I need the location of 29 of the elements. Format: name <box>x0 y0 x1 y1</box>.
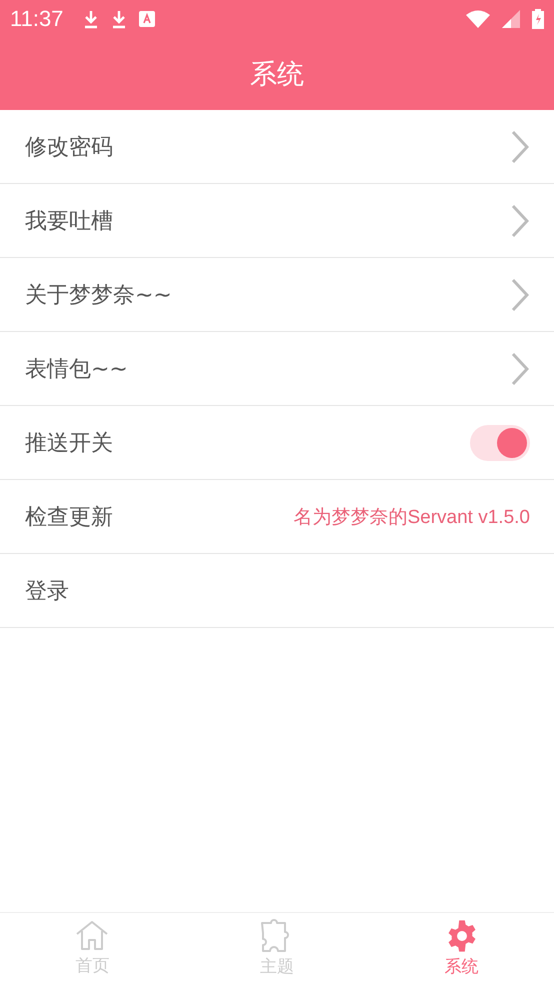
settings-row[interactable]: 推送开关 <box>0 406 554 480</box>
settings-row[interactable]: 我要吐槽 <box>0 184 554 258</box>
settings-row[interactable]: 修改密码 <box>0 110 554 184</box>
download-icon <box>111 8 128 28</box>
row-label: 检查更新 <box>25 504 113 532</box>
row-label: 我要吐槽 <box>25 208 113 236</box>
wifi-icon <box>466 10 490 28</box>
settings-row[interactable]: 检查更新 名为梦梦奈的Servant v1.5.0 <box>0 480 554 554</box>
page-title: 系统 <box>250 58 304 92</box>
chevron-icon <box>511 352 529 386</box>
row-label: 关于梦梦奈~~ <box>25 282 172 310</box>
battery-icon <box>532 8 544 28</box>
home-icon <box>74 920 110 952</box>
status-time: 11:37 <box>10 6 64 32</box>
settings-row[interactable]: 表情包~~ <box>0 332 554 406</box>
notification-icon <box>139 10 156 26</box>
chevron-icon <box>511 204 529 238</box>
version-text: 名为梦梦奈的Servant v1.5.0 <box>293 506 530 530</box>
chevron-icon <box>511 130 529 164</box>
row-label: 推送开关 <box>25 430 113 458</box>
signal-icon <box>502 10 520 28</box>
chevron-icon <box>511 278 529 312</box>
download-icon <box>83 8 100 28</box>
push-toggle[interactable] <box>470 424 530 460</box>
row-label: 修改密码 <box>25 134 113 162</box>
row-label: 登录 <box>25 578 69 606</box>
row-label: 表情包~~ <box>25 356 128 384</box>
settings-row[interactable]: 登录 <box>0 554 554 628</box>
settings-row[interactable]: 关于梦梦奈~~ <box>0 258 554 332</box>
